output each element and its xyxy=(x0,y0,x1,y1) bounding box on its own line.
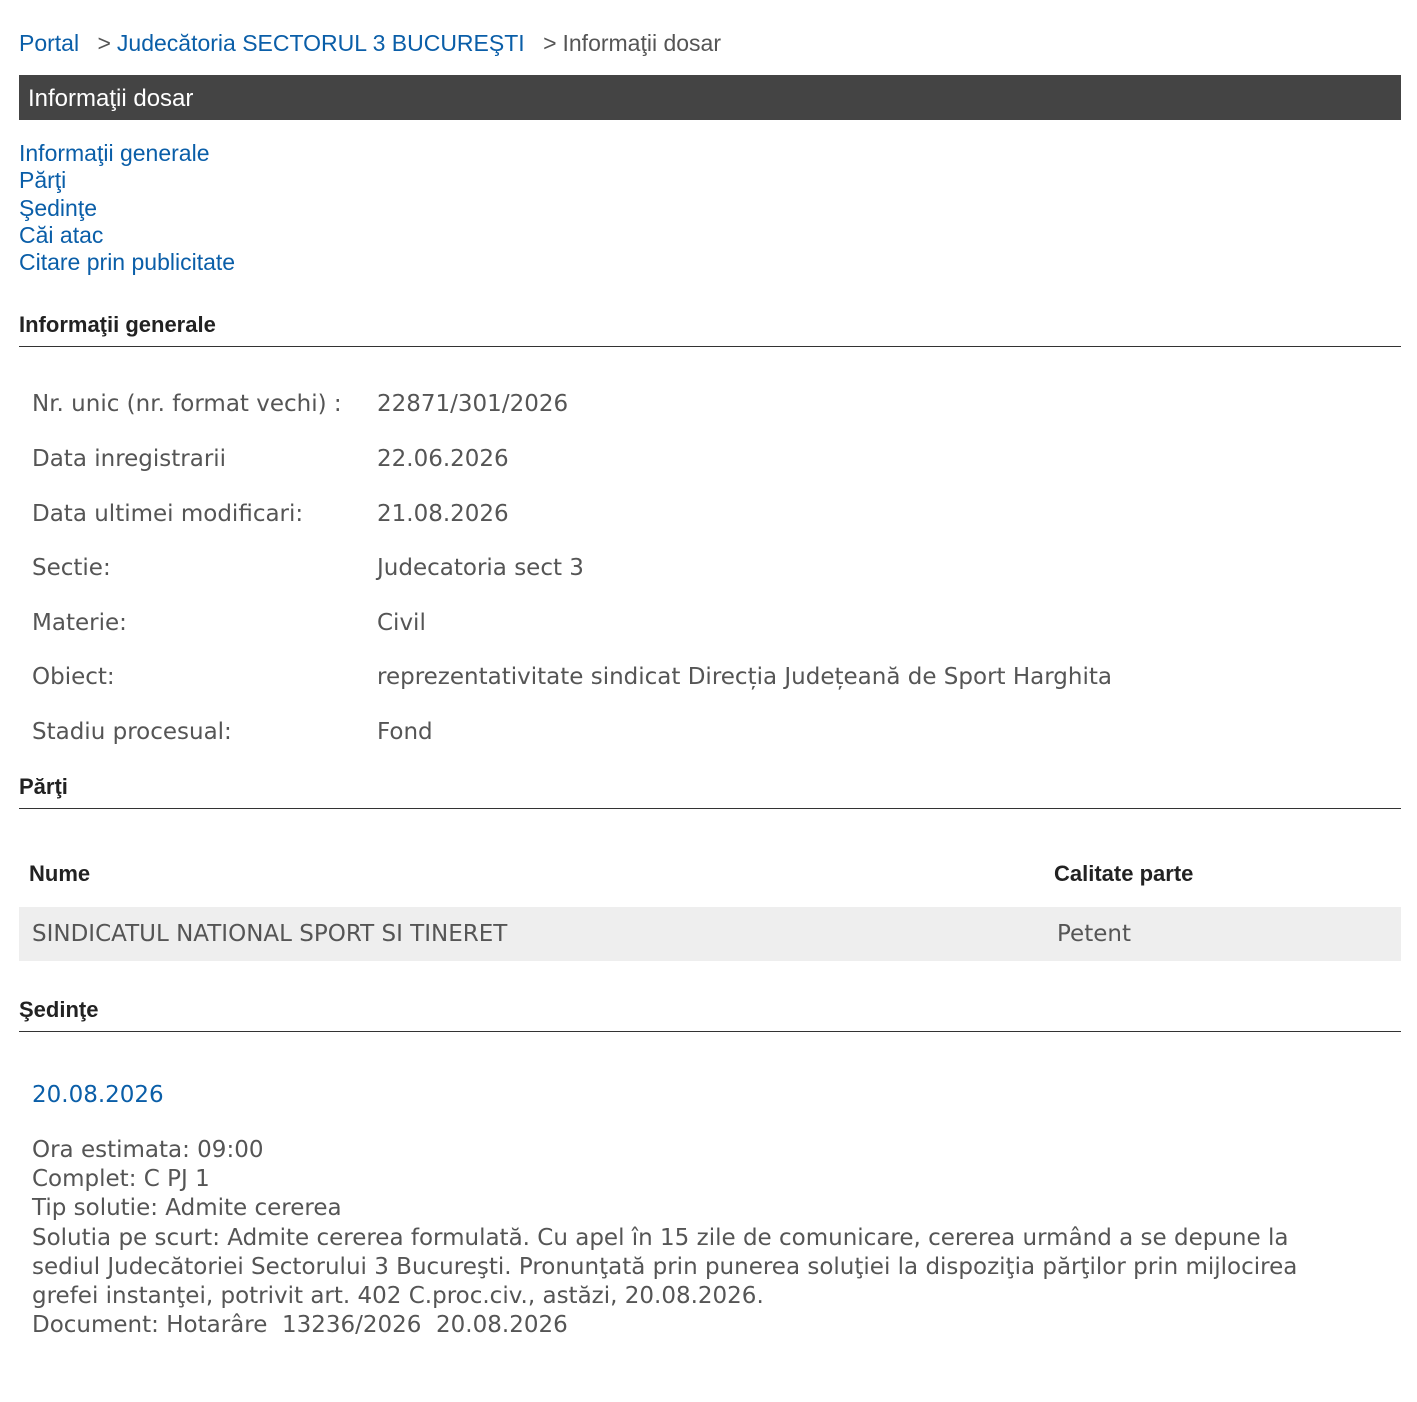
hearing-time: Ora estimata: 09:00 xyxy=(32,1136,264,1163)
info-value: Judecatoria sect 3 xyxy=(377,555,584,582)
party-role: Petent xyxy=(1057,920,1131,947)
hearing-solution-summary: Solutia pe scurt: Admite cererea formula… xyxy=(32,1224,1298,1310)
info-label: Data inregistrarii xyxy=(32,446,227,473)
toc-link-citare[interactable]: Citare prin publicitate xyxy=(19,249,1401,276)
info-row: Obiect: reprezentativitate sindicat Dire… xyxy=(19,664,1401,719)
toc-link-cai-atac[interactable]: Căi atac xyxy=(19,222,1401,249)
section-heading-parti: Părţi xyxy=(19,774,1401,809)
info-label: Materie: xyxy=(32,609,127,636)
info-row: Data inregistrarii 22.06.2026 xyxy=(19,446,1401,501)
info-row: Nr. unic (nr. format vechi) : 22871/301/… xyxy=(19,391,1401,446)
hearing-panel: Complet: C PJ 1 xyxy=(32,1165,210,1192)
hearing-solution-type: Tip solutie: Admite cererea xyxy=(32,1195,342,1222)
info-value: 22.06.2026 xyxy=(377,446,509,473)
breadcrumb-court-link[interactable]: Judecătoria SECTORUL 3 BUCUREŞTI xyxy=(117,30,525,56)
breadcrumb-portal-link[interactable]: Portal xyxy=(19,30,79,56)
info-row: Stadiu procesual: Fond xyxy=(19,719,1401,774)
info-label: Nr. unic (nr. format vechi) : xyxy=(32,391,342,418)
info-label: Obiect: xyxy=(32,664,115,691)
breadcrumb-current: Informaţii dosar xyxy=(562,30,722,56)
party-name: SINDICATUL NATIONAL SPORT SI TINERET xyxy=(32,920,508,947)
info-label: Stadiu procesual: xyxy=(32,719,232,746)
toc-link-parti[interactable]: Părţi xyxy=(19,167,1401,194)
info-value: reprezentativitate sindicat Direcția Jud… xyxy=(377,664,1112,691)
breadcrumb: Portal > Judecătoria SECTORUL 3 BUCUREŞTI… xyxy=(19,0,1401,57)
section-heading-sedinte: Şedinţe xyxy=(19,997,1401,1032)
info-value: 22871/301/2026 xyxy=(377,391,569,418)
info-label: Data ultimei modificari: xyxy=(32,500,304,527)
column-header-nume: Nume xyxy=(29,860,91,886)
parties-table-header: Nume Calitate parte xyxy=(19,861,1401,907)
info-row: Materie: Civil xyxy=(19,610,1401,665)
info-row: Data ultimei modificari: 21.08.2026 xyxy=(19,501,1401,556)
hearing-date-link[interactable]: 20.08.2026 xyxy=(32,1082,1401,1136)
breadcrumb-separator: > xyxy=(543,30,557,56)
hearing-document: Document: Hotarâre 13236/2026 20.08.2026 xyxy=(32,1312,568,1339)
section-heading-general: Informaţii generale xyxy=(19,312,1401,348)
info-value: Civil xyxy=(377,609,426,636)
toc-link-sedinte[interactable]: Şedinţe xyxy=(19,195,1401,222)
info-row: Sectie: Judecatoria sect 3 xyxy=(19,555,1401,610)
column-header-calitate: Calitate parte xyxy=(1054,860,1194,886)
breadcrumb-separator: > xyxy=(97,30,111,56)
page: Portal > Judecătoria SECTORUL 3 BUCUREŞTI… xyxy=(0,0,1417,1341)
page-title: Informaţii dosar xyxy=(19,75,1401,120)
info-value: Fond xyxy=(377,719,433,746)
info-label: Sectie: xyxy=(32,555,111,582)
hearing-entry: 20.08.2026 Ora estimata: 09:00 Complet: … xyxy=(19,1082,1401,1341)
general-info-table: Nr. unic (nr. format vechi) : 22871/301/… xyxy=(19,391,1401,773)
table-row: SINDICATUL NATIONAL SPORT SI TINERET Pet… xyxy=(19,906,1401,961)
table-of-contents: Informaţii generale Părţi Şedinţe Căi at… xyxy=(19,140,1401,276)
toc-link-informatii-generale[interactable]: Informaţii generale xyxy=(19,140,1401,167)
info-value: 21.08.2026 xyxy=(377,500,509,527)
